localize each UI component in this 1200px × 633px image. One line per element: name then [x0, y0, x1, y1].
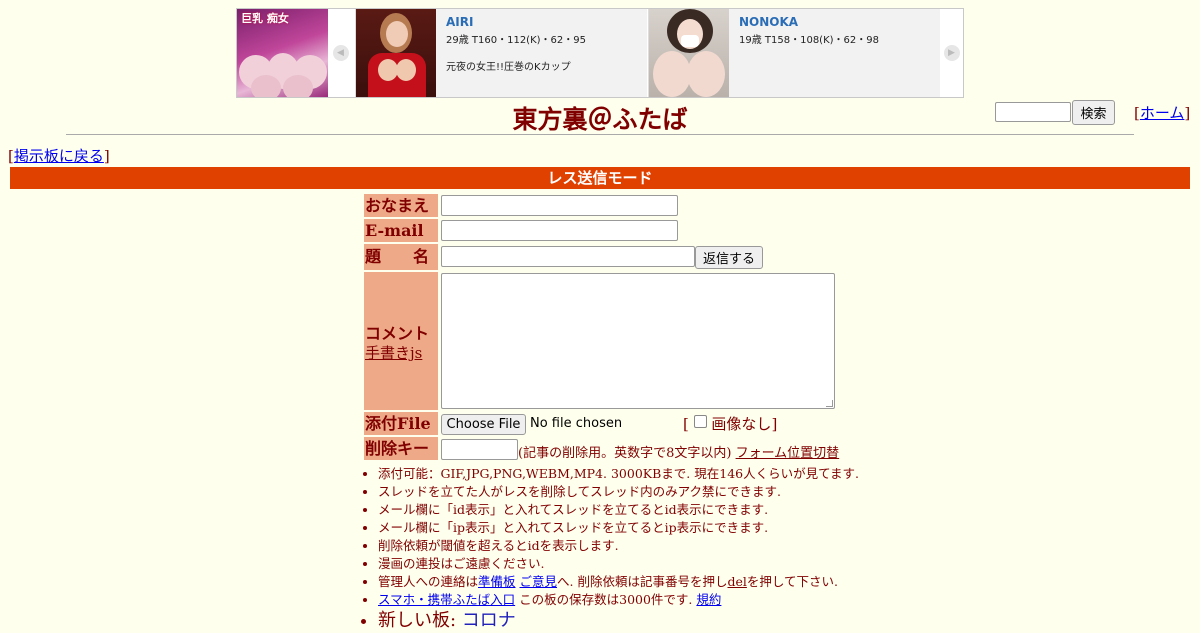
comment-label-cell: コメント 手書きjs [364, 272, 438, 410]
del-link[interactable]: del [727, 574, 746, 589]
form-position-toggle-link[interactable]: フォーム位置切替 [736, 446, 840, 461]
list-item: メール欄に「id表示」と入れてスレッドを立てるとid表示にできます. [378, 501, 859, 519]
ad-banner[interactable]: 巨乳 痴女 ◀ AIRI 29歳 T160・112(K)・62・95 元夜の女王… [236, 8, 964, 98]
draw-js-link[interactable]: 手書きjs [365, 342, 422, 363]
name-input[interactable] [441, 195, 678, 216]
file-status: No file chosen [530, 416, 623, 431]
no-image-checkbox[interactable] [693, 415, 707, 428]
back-to-board-link[interactable]: 掲示板に戻る [14, 147, 104, 165]
email-input[interactable] [441, 220, 678, 241]
delete-key-label: 削除キー [364, 437, 438, 460]
list-item: 漫画の連投はご遠慮ください. [378, 555, 859, 573]
ad-card-desc: 元夜の女王!!圧巻のKカップ [446, 62, 571, 73]
list-item: メール欄に「ip表示」と入れてスレッドを立てるとip表示にできます. [378, 519, 859, 537]
home-link[interactable]: ホーム [1140, 104, 1185, 122]
ad-logo-text: 巨乳 痴女 [241, 12, 289, 25]
ad-card-stats: 19歳 T158・108(K)・62・98 [739, 35, 879, 46]
ad-card-name[interactable]: AIRI [446, 15, 586, 29]
ad-logo-image[interactable]: 巨乳 痴女 [237, 9, 328, 97]
email-label: E-mail [364, 219, 438, 242]
list-item: 添付可能：GIF,JPG,PNG,WEBM,MP4. 3000KBまで. 現在1… [378, 465, 859, 483]
list-item: スマホ・携帯ふたば入口 この板の保存数は3000件です. 規約 [378, 591, 859, 609]
divider [66, 134, 1134, 135]
reply-mode-banner: レス送信モード [10, 167, 1190, 189]
mobile-entrance-link[interactable]: スマホ・携帯ふたば入口 [378, 592, 515, 607]
home-nav: [ホーム] [1134, 104, 1191, 122]
choose-file-button[interactable]: Choose File [441, 414, 526, 435]
ad-card-photo[interactable] [649, 9, 729, 97]
ad-card-name[interactable]: NONOKA [739, 15, 879, 29]
chevron-right-icon: ▶ [943, 45, 960, 61]
ad-card-photo[interactable] [356, 9, 436, 97]
ad-prev-button[interactable]: ◀ [329, 9, 352, 97]
board-notes-list: 添付可能：GIF,JPG,PNG,WEBM,MP4. 3000KBまで. 現在1… [364, 465, 859, 633]
file-label: 添付File [364, 412, 438, 435]
resize-handle-icon[interactable] [826, 400, 833, 407]
new-board-link[interactable]: コロナ [462, 610, 516, 631]
chevron-left-icon: ◀ [332, 45, 349, 61]
back-nav: [掲示板に戻る] [8, 147, 110, 165]
ad-card-stats: 29歳 T160・112(K)・62・95 [446, 35, 586, 46]
feedback-link[interactable]: ご意見 [520, 574, 558, 589]
name-label: おなまえ [364, 194, 438, 217]
list-item: 管理人への連絡は準備板 ご意見へ. 削除依頼は記事番号を押しdelを押して下さい… [378, 573, 859, 591]
ad-card[interactable]: AIRI 29歳 T160・112(K)・62・95 元夜の女王!!圧巻のKカッ… [355, 9, 647, 97]
search-input[interactable] [995, 102, 1071, 122]
rules-link[interactable]: 規約 [696, 592, 721, 607]
subject-label: 題 名 [364, 244, 438, 270]
list-item: 新しい板: コロナ [378, 609, 859, 633]
prep-board-link[interactable]: 準備板 [478, 574, 516, 589]
delete-key-input[interactable] [441, 439, 518, 460]
ad-next-button[interactable]: ▶ [940, 9, 963, 97]
subject-input[interactable] [441, 246, 695, 267]
comment-textarea[interactable] [441, 273, 835, 409]
ad-card[interactable]: NONOKA 19歳 T158・108(K)・62・98 [648, 9, 940, 97]
search-button[interactable]: 検索 [1072, 100, 1115, 125]
list-item: スレッドを立てた人がレスを削除してスレッド内のみアク禁にできます. [378, 483, 859, 501]
comment-label: コメント [365, 324, 430, 343]
list-item: 削除依頼が閾値を超えるとidを表示します. [378, 537, 859, 555]
delete-key-note-line: (記事の削除用。英数字で8文字以内) フォーム位置切替 [518, 446, 840, 461]
submit-reply-button[interactable]: 返信する [695, 246, 763, 269]
no-image-option: [ 画像なし] [683, 415, 778, 433]
